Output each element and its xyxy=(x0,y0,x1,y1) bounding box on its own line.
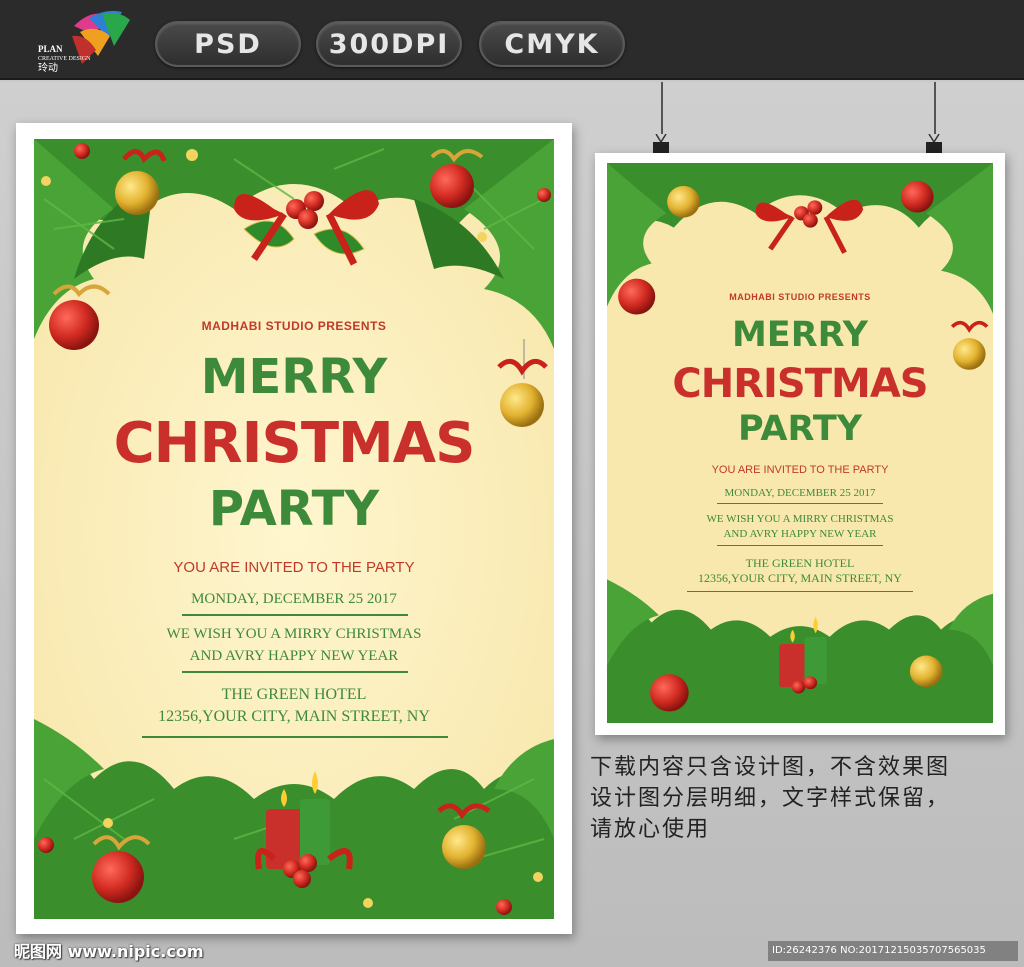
badge-dpi: 300DPI xyxy=(316,21,462,67)
hanging-wire-left xyxy=(661,82,663,134)
badge-cmyk: CMYK xyxy=(479,21,625,67)
small-divider-2 xyxy=(717,545,883,546)
caption-text: 下载内容只含设计图，不含效果图 设计图分层明细，文字样式保留， 请放心使用 xyxy=(590,752,1010,845)
small-poster: MADHABI STUDIO PRESENTS MERRY CHRISTMAS … xyxy=(607,163,993,723)
small-title-merry: MERRY xyxy=(731,315,869,355)
divider-3 xyxy=(142,736,448,738)
small-wish-line-1: WE WISH YOU A MIRRY CHRISTMAS xyxy=(706,513,894,525)
logo-text: PLAN CREATIVE DESIGN 玲动 xyxy=(38,44,91,74)
studio-presents: MADHABI STUDIO PRESENTS xyxy=(201,319,387,333)
top-bar: PLAN CREATIVE DESIGN 玲动 PSD 300DPI CMYK xyxy=(0,0,1024,80)
binder-clip-left-icon xyxy=(653,134,669,154)
wish-line-2: AND AVRY HAPPY NEW YEAR xyxy=(189,648,399,664)
small-venue-address: 12356,YOUR CITY, MAIN STREET, NY xyxy=(698,571,902,585)
venue-address: 12356,YOUR CITY, MAIN STREET, NY xyxy=(158,708,430,725)
caption-line-1: 下载内容只含设计图，不含效果图 xyxy=(590,755,951,780)
caption-line-3: 请放心使用 xyxy=(590,817,711,842)
badge-psd: PSD xyxy=(155,21,301,67)
logo-line1: PLAN xyxy=(38,44,63,54)
site-watermark: 昵图网 www.nipic.com xyxy=(14,942,204,961)
large-poster: MADHABI STUDIO PRESENTS MERRY CHRISTMAS … xyxy=(34,139,554,919)
small-title-christmas: CHRISTMAS xyxy=(672,361,928,407)
small-divider-1 xyxy=(717,503,883,504)
small-invited-text: YOU ARE INVITED TO THE PARTY xyxy=(711,464,889,476)
small-wish-line-2: AND AVRY HAPPY NEW YEAR xyxy=(723,528,877,540)
logo-line3: 玲动 xyxy=(38,63,58,74)
title-merry: MERRY xyxy=(200,349,388,405)
title-party: PARTY xyxy=(208,481,380,537)
event-date: MONDAY, DECEMBER 25 2017 xyxy=(191,591,397,607)
invited-text: YOU ARE INVITED TO THE PARTY xyxy=(173,559,415,576)
divider-1 xyxy=(182,614,408,616)
caption-line-2: 设计图分层明细，文字样式保留， xyxy=(590,786,951,811)
binder-clip-right-icon xyxy=(926,134,942,154)
large-poster-frame: MADHABI STUDIO PRESENTS MERRY CHRISTMAS … xyxy=(16,123,572,934)
wish-line-1: WE WISH YOU A MIRRY CHRISTMAS xyxy=(166,626,422,642)
divider-2 xyxy=(182,671,408,673)
hanging-wire-right xyxy=(934,82,936,134)
image-id-watermark: ID:26242376 NO:20171215035707565035 xyxy=(768,941,1018,961)
small-title-party: PARTY xyxy=(737,409,863,449)
small-studio-presents: MADHABI STUDIO PRESENTS xyxy=(729,292,871,302)
small-divider-3 xyxy=(687,591,913,592)
title-christmas: CHRISTMAS xyxy=(113,411,476,476)
small-event-date: MONDAY, DECEMBER 25 2017 xyxy=(724,487,876,499)
venue-name: THE GREEN HOTEL xyxy=(221,686,367,703)
small-poster-frame: MADHABI STUDIO PRESENTS MERRY CHRISTMAS … xyxy=(595,153,1005,735)
small-venue-name: THE GREEN HOTEL xyxy=(745,556,855,570)
